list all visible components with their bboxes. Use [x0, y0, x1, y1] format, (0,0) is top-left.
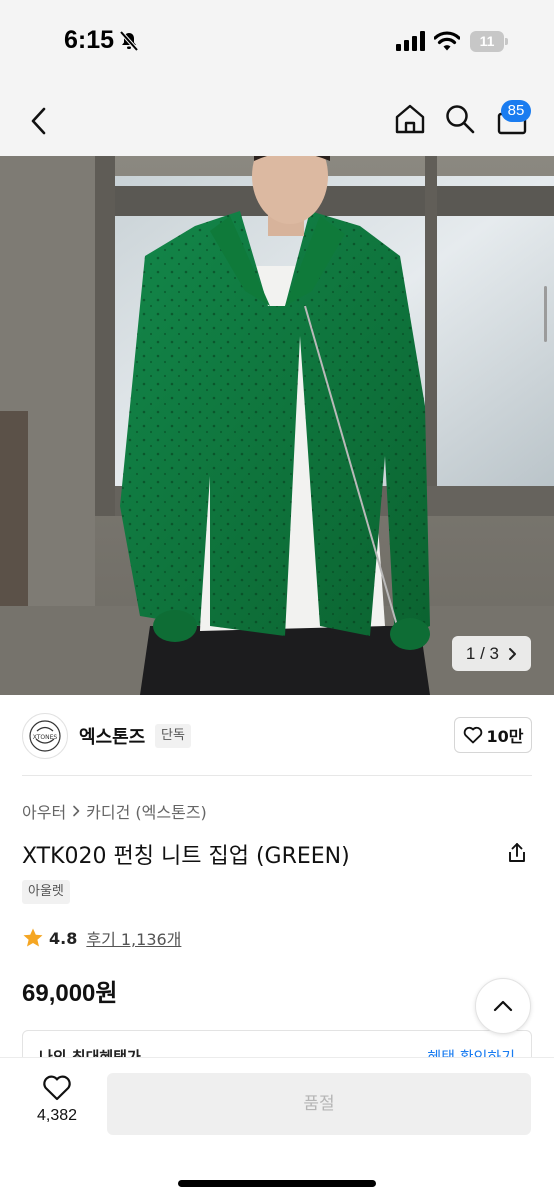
- brand-logo-text: XTONES: [33, 734, 58, 741]
- status-bar: 6:15 11: [0, 0, 554, 86]
- battery-tip: [505, 38, 508, 45]
- back-arrow-icon[interactable]: [26, 106, 54, 140]
- outlet-tag: 아울렛: [22, 880, 70, 904]
- rating-row: 4.8 후기 1,136개: [22, 926, 181, 950]
- bottom-action-bar: 4,382 품절: [0, 1058, 554, 1200]
- sold-out-button[interactable]: 품절: [107, 1073, 531, 1135]
- product-price: 69,000원: [22, 980, 118, 1007]
- product-photo: [0, 156, 554, 695]
- brand-like-button[interactable]: 10만: [454, 717, 532, 753]
- wifi-icon: [433, 30, 461, 56]
- chevron-right-icon: [73, 805, 80, 817]
- share-icon[interactable]: [505, 841, 529, 869]
- wishlist-count: 4,382: [36, 1107, 78, 1124]
- cart-count-badge: 85: [501, 100, 531, 122]
- bell-muted-icon: [118, 30, 140, 56]
- product-image-gallery[interactable]: 1 / 3: [0, 156, 554, 695]
- image-counter-text: 1 / 3: [465, 644, 499, 663]
- top-navigation-bar: 85: [0, 86, 554, 156]
- battery-level: 11: [479, 33, 495, 49]
- review-count-link[interactable]: 후기 1,136개: [86, 926, 181, 950]
- breadcrumb-category[interactable]: 아우터: [22, 799, 66, 823]
- search-icon[interactable]: [444, 103, 476, 139]
- chevron-right-icon: [509, 647, 516, 660]
- divider: [22, 775, 532, 776]
- home-icon[interactable]: [393, 102, 427, 140]
- star-icon: [23, 928, 43, 947]
- scroll-to-top-button[interactable]: [475, 978, 531, 1034]
- product-title: XTK020 펀칭 니트 집업 (GREEN): [22, 844, 350, 869]
- battery-indicator: 11: [470, 31, 504, 52]
- image-counter-button[interactable]: 1 / 3: [451, 636, 531, 671]
- home-indicator: [178, 1180, 376, 1187]
- cellular-signal-icon: [396, 31, 426, 55]
- brand-logo[interactable]: XTONES: [22, 713, 68, 759]
- brand-row: XTONES 엑스톤즈 단독 10만: [22, 710, 532, 762]
- status-time: 6:15: [64, 26, 115, 54]
- brand-like-count: 10만: [486, 727, 524, 746]
- breadcrumb-subcategory[interactable]: 카디건 (엑스톤즈): [86, 799, 207, 823]
- heart-outline-icon: [43, 1075, 71, 1101]
- page-scroll-indicator: [544, 286, 547, 342]
- category-breadcrumb: 아우터 카디건 (엑스톤즈): [22, 799, 207, 823]
- exclusive-tag: 단독: [155, 724, 191, 748]
- wishlist-button[interactable]: 4,382: [22, 1074, 92, 1150]
- brand-name[interactable]: 엑스톤즈: [79, 723, 145, 749]
- chevron-up-icon: [493, 1000, 513, 1012]
- rating-value: 4.8: [49, 928, 78, 948]
- heart-outline-icon: [463, 726, 482, 744]
